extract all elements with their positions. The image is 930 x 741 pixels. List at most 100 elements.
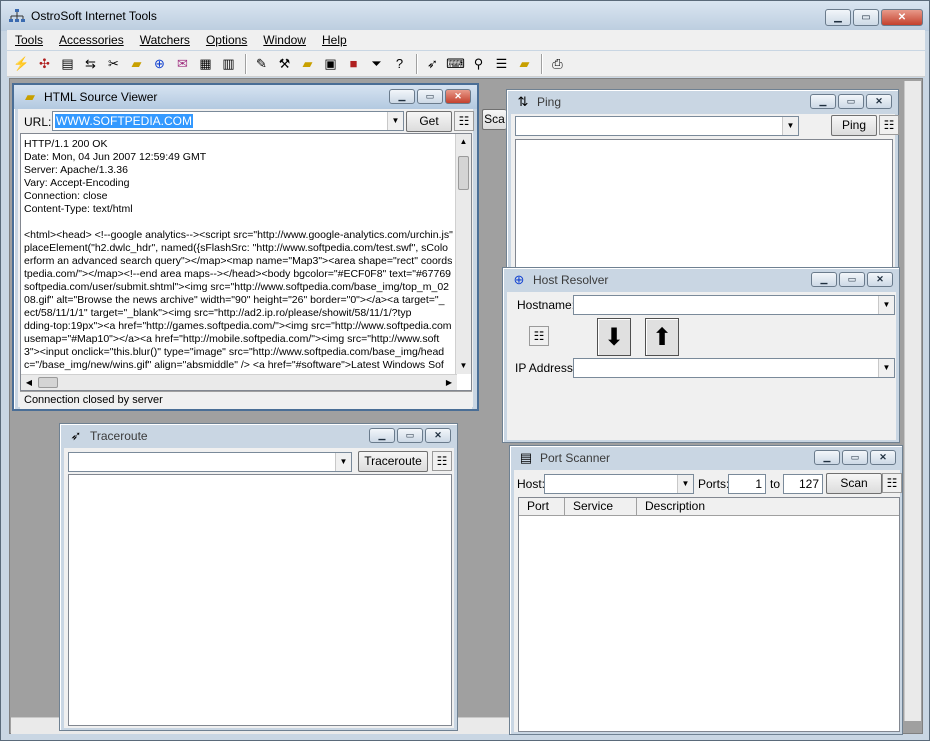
menu-watchers[interactable]: Watchers (132, 33, 198, 47)
note-icon[interactable]: ▰ (514, 53, 535, 74)
column-service[interactable]: Service (565, 498, 637, 515)
ping-title-bar[interactable]: ⇅ Ping ▁ ▭ ✕ (507, 90, 898, 114)
memo-icon[interactable]: ▰ (297, 53, 318, 74)
ping-output[interactable] (515, 139, 893, 276)
network-icon[interactable]: ⚡ (11, 53, 32, 74)
close-button[interactable]: ✕ (881, 9, 923, 26)
tools-icon[interactable]: ⚒ (274, 53, 295, 74)
ping-minimize-button[interactable]: ▁ (810, 94, 836, 109)
traceroute-maximize-button[interactable]: ▭ (397, 428, 423, 443)
chevron-down-icon[interactable]: ▼ (878, 296, 894, 314)
host-resolver-title-bar[interactable]: ⊕ Host Resolver ▁ ▭ ✕ (503, 268, 899, 292)
scroll-left-arrow-icon[interactable]: ◀ (21, 375, 37, 390)
menu-help[interactable]: Help (314, 33, 355, 47)
port-scanner-maximize-button[interactable]: ▭ (842, 450, 868, 465)
mail-icon[interactable]: ✉ (172, 53, 193, 74)
maximize-button[interactable]: ▭ (853, 9, 879, 26)
host-resolver-minimize-button[interactable]: ▁ (811, 272, 837, 287)
document-icon[interactable]: ▤ (57, 53, 78, 74)
scroll-thumb[interactable] (458, 156, 469, 190)
menu-window[interactable]: Window (255, 33, 314, 47)
menu-options[interactable]: Options (198, 33, 255, 47)
port-from-input[interactable]: 1 (728, 474, 766, 494)
chevron-down-icon[interactable]: ▼ (387, 112, 403, 130)
viewer-minimize-button[interactable]: ▁ (389, 89, 415, 104)
source-vertical-scrollbar[interactable]: ▲ ▼ (455, 134, 471, 374)
transfer-icon[interactable]: ⇆ (80, 53, 101, 74)
printer-icon[interactable]: ⎙ (547, 53, 568, 74)
ping-maximize-button[interactable]: ▭ (838, 94, 864, 109)
traceroute-minimize-button[interactable]: ▁ (369, 428, 395, 443)
traceroute-properties-icon[interactable]: ☷ (432, 451, 452, 471)
chevron-down-icon[interactable]: ▼ (677, 475, 693, 493)
host-resolver-title: Host Resolver (533, 273, 609, 287)
keyboard-icon[interactable]: ⌨ (445, 53, 466, 74)
network-map-icon[interactable]: ✣ (34, 53, 55, 74)
mdi-vertical-scrollbar[interactable] (904, 81, 921, 721)
ping-close-button[interactable]: ✕ (866, 94, 892, 109)
traceroute-close-button[interactable]: ✕ (425, 428, 451, 443)
host-combo[interactable]: ▼ (544, 474, 694, 494)
scan-partial-button[interactable]: Sca (482, 109, 506, 130)
html-source-viewer-title-bar[interactable]: ▰ HTML Source Viewer ▁ ▭ ✕ (14, 85, 477, 109)
port-scanner-close-button[interactable]: ✕ (870, 450, 896, 465)
chevron-down-icon[interactable]: ▼ (335, 453, 351, 471)
traceroute-title-bar[interactable]: ➶ Traceroute ▁ ▭ ✕ (60, 424, 457, 448)
host-resolver-maximize-button[interactable]: ▭ (839, 272, 865, 287)
traceroute-button[interactable]: Traceroute (358, 451, 428, 472)
book-icon[interactable]: ▣ (320, 53, 341, 74)
get-button[interactable]: Get (406, 111, 452, 132)
resolve-down-arrow-icon[interactable]: ⬇ (597, 318, 631, 356)
ping-host-combo[interactable]: ▼ (515, 116, 799, 136)
port-scanner-title-bar[interactable]: ▤ Port Scanner ▁ ▭ ✕ (510, 446, 902, 470)
scroll-thumb-h[interactable] (38, 377, 58, 388)
port-to-input[interactable]: 127 (783, 474, 823, 494)
scan-button[interactable]: Scan (826, 473, 882, 494)
minimize-button[interactable]: ▁ (825, 9, 851, 26)
filter-icon[interactable]: ⏷ (366, 53, 387, 74)
search-icon[interactable]: ⚲ (468, 53, 489, 74)
port-scanner-minimize-button[interactable]: ▁ (814, 450, 840, 465)
traceroute-host-combo[interactable]: ▼ (68, 452, 352, 472)
ping-properties-icon[interactable]: ☷ (879, 115, 899, 135)
menu-accessories[interactable]: Accessories (51, 33, 132, 47)
resolve-up-arrow-icon[interactable]: ⬆ (645, 318, 679, 356)
viewer-properties-icon[interactable]: ☷ (454, 111, 474, 131)
notes-icon[interactable]: ▰ (126, 53, 147, 74)
menu-bar: Tools Accessories Watchers Options Windo… (7, 30, 925, 50)
chart-icon[interactable]: ▥ (218, 53, 239, 74)
edit-icon[interactable]: ✎ (251, 53, 272, 74)
source-horizontal-scrollbar[interactable]: ◀ ▶ (21, 374, 457, 390)
column-port[interactable]: Port (519, 498, 565, 515)
traceroute-window: ➶ Traceroute ▁ ▭ ✕ ▼ Traceroute ☷ (59, 423, 458, 731)
host-resolver-close-button[interactable]: ✕ (867, 272, 893, 287)
scroll-right-arrow-icon[interactable]: ▶ (441, 375, 457, 390)
port-results-grid[interactable]: Port Service Description (518, 497, 900, 732)
route-icon[interactable]: ➶ (422, 53, 443, 74)
add-icon[interactable]: ⊕ (149, 53, 170, 74)
traceroute-output[interactable] (68, 474, 452, 726)
menu-tools[interactable]: Tools (7, 33, 51, 47)
viewer-maximize-button[interactable]: ▭ (417, 89, 443, 104)
hostname-combo[interactable]: ▼ (573, 295, 895, 315)
scroll-up-arrow-icon[interactable]: ▲ (456, 134, 471, 150)
source-text-area[interactable]: HTTP/1.1 200 OK Date: Mon, 04 Jun 2007 1… (20, 133, 472, 391)
port-scanner-title: Port Scanner (540, 451, 611, 465)
chevron-down-icon[interactable]: ▼ (782, 117, 798, 135)
viewer-close-button[interactable]: ✕ (445, 89, 471, 104)
help-icon[interactable]: ? (389, 53, 410, 74)
scroll-down-arrow-icon[interactable]: ▼ (456, 358, 471, 374)
chevron-down-icon[interactable]: ▼ (878, 359, 894, 377)
list-icon[interactable]: ☰ (491, 53, 512, 74)
scan-icon[interactable]: ✂ (103, 53, 124, 74)
ping-button[interactable]: Ping (831, 115, 877, 136)
column-description[interactable]: Description (637, 498, 899, 515)
print-device-icon[interactable]: ▦ (195, 53, 216, 74)
scanner-properties-icon[interactable]: ☷ (882, 473, 902, 493)
ip-address-combo[interactable]: ▼ (573, 358, 895, 378)
app-title-bar[interactable]: OstroSoft Internet Tools ▁ ▭ ✕ (1, 1, 929, 31)
resolver-properties-icon[interactable]: ☷ (529, 326, 549, 346)
ping-icon: ⇅ (517, 94, 529, 109)
cube-icon[interactable]: ■ (343, 53, 364, 74)
url-combo[interactable]: WWW.SOFTPEDIA.COM ▼ (52, 111, 404, 131)
